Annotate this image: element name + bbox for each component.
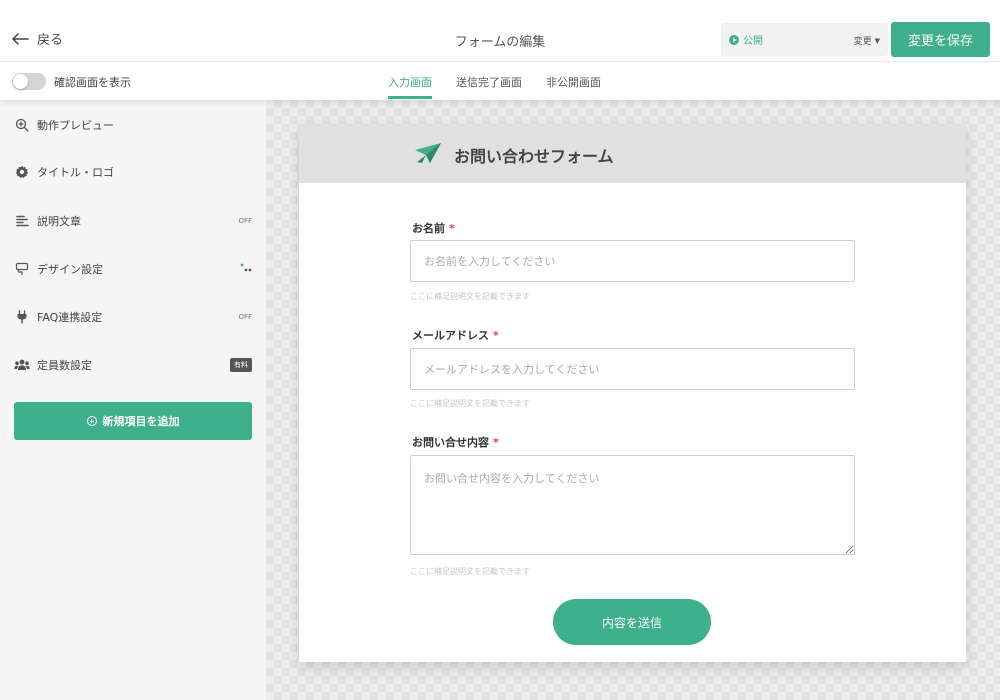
confirm-screen-toggle[interactable] [12,73,46,90]
status-label: 公開 [743,36,763,47]
inquiry-textarea[interactable] [410,455,855,555]
plus-circle-icon [86,416,97,426]
back-label: 戻る [37,33,64,48]
preview-canvas: お問い合わせフォーム お名前 * ここに補足説明文を記載できます メールアドレス *… [266,100,1000,700]
required-mark: * [449,222,455,235]
off-badge: OFF [238,313,252,321]
sidebar-item-label: タイトル・ロゴ [37,166,114,179]
off-badge: OFF [238,217,252,225]
sidebar-item-label: デザイン設定 [37,263,103,276]
caret-down-icon: ▼ [874,36,880,45]
gear-icon [14,164,30,180]
field-help: ここに補足説明文を記載できます [410,567,530,576]
field-help: ここに補足説明文を記載できます [410,292,530,301]
submit-button[interactable]: 内容を送信 [553,599,711,645]
paper-plane-logo-icon [414,142,442,168]
form-title: お問い合わせフォーム [454,147,614,166]
form-header: お問い合わせフォーム [299,125,966,183]
play-icon [729,35,739,45]
field-label-text: メールアドレス [412,329,489,342]
sidebar-item-title-logo[interactable]: タイトル・ロゴ [14,160,252,184]
field-help: ここに補足説明文を記載できます [410,399,530,408]
required-mark: * [493,329,499,342]
back-button[interactable]: 戻る [12,29,63,48]
required-mark: * [493,436,499,449]
add-item-button[interactable]: 新規項目を追加 [14,402,252,440]
email-input[interactable] [410,348,855,390]
sidebar-item-label: 動作プレビュー [37,119,114,132]
tab-private-screen[interactable]: 非公開画面 [546,62,601,100]
field-label-text: お名前 [412,222,445,235]
plug-icon [14,309,30,325]
sidebar-item-faq[interactable]: FAQ連携設定 OFF [14,305,252,329]
field-label-email: メールアドレス * [412,327,499,343]
status-change-dropdown[interactable]: 変更 ▼ [853,34,880,48]
publish-status: 公開 変更 ▼ [721,23,888,56]
field-label-inquiry: お問い合せ内容 * [412,434,499,450]
users-icon [14,357,30,373]
sidebar-item-design[interactable]: デザイン設定 [14,257,252,281]
zoom-in-icon [14,117,30,133]
sidebar-item-description[interactable]: 説明文章 OFF [14,209,252,233]
tab-complete-screen[interactable]: 送信完了画面 [456,62,522,100]
sidebar-item-label: 説明文章 [37,215,81,228]
save-button[interactable]: 変更を保存 [891,22,990,57]
field-label-name: お名前 * [412,220,455,236]
toggle-knob [13,74,28,89]
sub-bar: 確認画面を表示 入力画面 送信完了画面 非公開画面 [0,62,1000,100]
palette-icon [14,261,30,277]
text-align-icon [14,213,30,229]
sidebar-item-capacity[interactable]: 定員数設定 有料 [14,353,252,377]
sidebar-item-label: FAQ連携設定 [37,311,103,324]
sidebar-item-label: 定員数設定 [37,359,92,372]
sidebar: 動作プレビュー タイトル・ロゴ 説明文章 OFF デザイン設定 FAQ連携設定 … [0,100,266,700]
name-input[interactable] [410,240,855,282]
sidebar-item-preview[interactable]: 動作プレビュー [14,113,252,137]
add-item-label: 新規項目を追加 [102,415,180,428]
dots-icon [240,263,252,275]
arrow-left-icon [12,32,29,45]
form-card: お問い合わせフォーム お名前 * ここに補足説明文を記載できます メールアドレス *… [299,125,966,662]
status-change-label: 変更 [853,37,872,47]
top-bar: 戻る フォームの編集 公開 変更 ▼ 変更を保存 [0,0,1000,62]
field-label-text: お問い合せ内容 [412,436,489,449]
tab-input-screen[interactable]: 入力画面 [388,62,432,100]
toggle-label: 確認画面を表示 [54,76,131,89]
screen-tabs: 入力画面 送信完了画面 非公開画面 [388,62,601,100]
paid-badge: 有料 [230,358,252,372]
